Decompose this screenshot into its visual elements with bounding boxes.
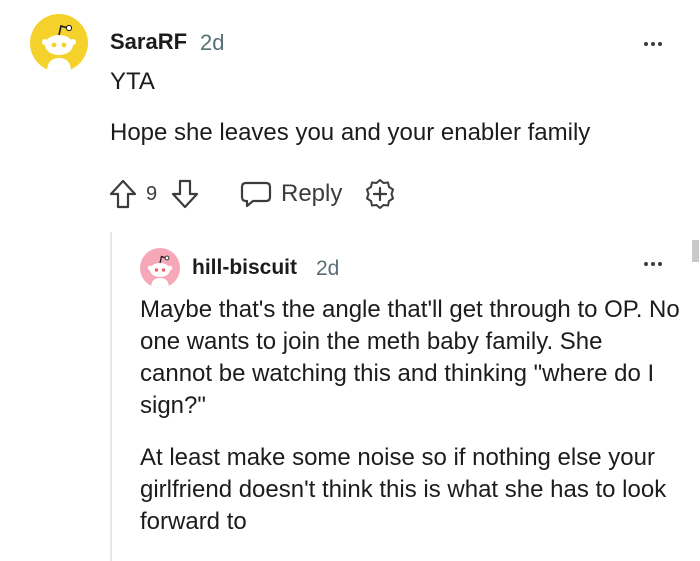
reply-label: Reply bbox=[281, 180, 343, 207]
reddit-snoo-avatar-icon bbox=[42, 24, 76, 72]
upvote-button[interactable] bbox=[108, 178, 138, 210]
downvote-button[interactable] bbox=[170, 178, 200, 210]
ellipsis-icon[interactable] bbox=[644, 42, 662, 46]
ellipsis-icon[interactable] bbox=[644, 262, 662, 266]
reply-button[interactable]: Reply bbox=[240, 176, 350, 212]
scrollbar-thumb[interactable] bbox=[692, 240, 699, 262]
reply-age: 2d bbox=[316, 257, 340, 280]
comment-author[interactable]: SaraRF bbox=[110, 29, 187, 55]
reddit-snoo-avatar-icon bbox=[147, 255, 173, 288]
arrow-up-icon bbox=[109, 179, 137, 209]
comment-text-line: Hope she leaves you and your enabler fam… bbox=[110, 119, 591, 146]
comment-age: 2d bbox=[200, 30, 225, 55]
comment-thread: SaraRF 2d YTA Hope she leaves you and yo… bbox=[0, 0, 700, 561]
award-button[interactable] bbox=[364, 178, 396, 210]
comment-text-line: YTA bbox=[110, 68, 155, 95]
vote-score: 9 bbox=[146, 183, 158, 205]
reply-text-paragraph: Maybe that's the angle that'll get throu… bbox=[140, 296, 680, 419]
award-plus-icon bbox=[366, 179, 394, 209]
thread-collapse-line[interactable] bbox=[110, 232, 112, 561]
reply-author[interactable]: hill-biscuit bbox=[192, 256, 297, 280]
arrow-down-icon bbox=[171, 179, 199, 209]
reply-text-paragraph: At least make some noise so if nothing e… bbox=[140, 444, 667, 535]
user-avatar[interactable] bbox=[30, 14, 88, 72]
user-avatar[interactable] bbox=[140, 248, 180, 288]
speech-bubble-icon bbox=[240, 181, 272, 208]
